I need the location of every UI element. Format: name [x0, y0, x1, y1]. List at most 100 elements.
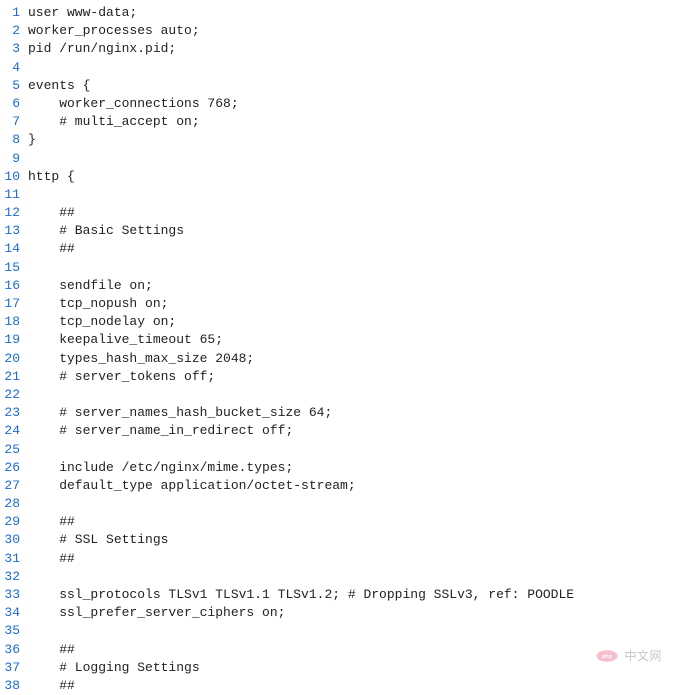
code-line: 16 sendfile on;: [0, 277, 674, 295]
line-number: 17: [0, 295, 28, 313]
line-content: # multi_accept on;: [28, 113, 200, 131]
line-content: ssl_prefer_server_ciphers on;: [28, 604, 285, 622]
code-line: 7 # multi_accept on;: [0, 113, 674, 131]
code-line: 1user www-data;: [0, 4, 674, 22]
line-number: 18: [0, 313, 28, 331]
code-line: 23 # server_names_hash_bucket_size 64;: [0, 404, 674, 422]
line-content: ##: [28, 204, 75, 222]
code-line: 36 ##: [0, 641, 674, 659]
line-content: types_hash_max_size 2048;: [28, 350, 254, 368]
line-number: 10: [0, 168, 28, 186]
line-number: 13: [0, 222, 28, 240]
code-line: 21 # server_tokens off;: [0, 368, 674, 386]
line-content: ssl_protocols TLSv1 TLSv1.1 TLSv1.2; # D…: [28, 586, 574, 604]
code-line: 6 worker_connections 768;: [0, 95, 674, 113]
line-number: 27: [0, 477, 28, 495]
code-line: 20 types_hash_max_size 2048;: [0, 350, 674, 368]
line-number: 33: [0, 586, 28, 604]
code-line: 24 # server_name_in_redirect off;: [0, 422, 674, 440]
line-number: 25: [0, 441, 28, 459]
line-content: keepalive_timeout 65;: [28, 331, 223, 349]
line-content: # server_names_hash_bucket_size 64;: [28, 404, 332, 422]
line-number: 14: [0, 240, 28, 258]
line-number: 38: [0, 677, 28, 695]
line-number: 31: [0, 550, 28, 568]
code-line: 8}: [0, 131, 674, 149]
code-line: 26 include /etc/nginx/mime.types;: [0, 459, 674, 477]
line-number: 8: [0, 131, 28, 149]
line-number: 30: [0, 531, 28, 549]
line-number: 32: [0, 568, 28, 586]
line-number: 6: [0, 95, 28, 113]
line-content: tcp_nodelay on;: [28, 313, 176, 331]
code-line: 15: [0, 259, 674, 277]
line-content: events {: [28, 77, 90, 95]
line-content: # server_name_in_redirect off;: [28, 422, 293, 440]
code-line: 10http {: [0, 168, 674, 186]
line-number: 9: [0, 150, 28, 168]
code-line: 27 default_type application/octet-stream…: [0, 477, 674, 495]
line-number: 26: [0, 459, 28, 477]
line-number: 1: [0, 4, 28, 22]
code-line: 28: [0, 495, 674, 513]
code-line: 38 ##: [0, 677, 674, 695]
code-line: 13 # Basic Settings: [0, 222, 674, 240]
code-line: 30 # SSL Settings: [0, 531, 674, 549]
code-line: 4: [0, 59, 674, 77]
line-content: default_type application/octet-stream;: [28, 477, 356, 495]
line-content: ##: [28, 240, 75, 258]
code-line: 25: [0, 441, 674, 459]
line-number: 2: [0, 22, 28, 40]
line-content: worker_connections 768;: [28, 95, 239, 113]
line-number: 15: [0, 259, 28, 277]
code-block: 1user www-data;2worker_processes auto;3p…: [0, 4, 674, 695]
line-number: 21: [0, 368, 28, 386]
line-number: 11: [0, 186, 28, 204]
code-line: 22: [0, 386, 674, 404]
code-line: 17 tcp_nopush on;: [0, 295, 674, 313]
line-number: 37: [0, 659, 28, 677]
line-number: 20: [0, 350, 28, 368]
code-line: 37 # Logging Settings: [0, 659, 674, 677]
line-content: pid /run/nginx.pid;: [28, 40, 176, 58]
line-content: worker_processes auto;: [28, 22, 200, 40]
code-line: 31 ##: [0, 550, 674, 568]
code-line: 9: [0, 150, 674, 168]
watermark-text: 中文网: [624, 648, 662, 665]
code-line: 5events {: [0, 77, 674, 95]
line-content: }: [28, 131, 36, 149]
line-number: 22: [0, 386, 28, 404]
line-content: ##: [28, 550, 75, 568]
php-logo-icon: php: [596, 645, 618, 667]
line-content: tcp_nopush on;: [28, 295, 168, 313]
watermark: php 中文网: [596, 645, 662, 667]
line-number: 7: [0, 113, 28, 131]
code-line: 33 ssl_protocols TLSv1 TLSv1.1 TLSv1.2; …: [0, 586, 674, 604]
line-content: # Basic Settings: [28, 222, 184, 240]
line-number: 28: [0, 495, 28, 513]
line-number: 16: [0, 277, 28, 295]
line-content: user www-data;: [28, 4, 137, 22]
code-line: 3pid /run/nginx.pid;: [0, 40, 674, 58]
line-content: ##: [28, 513, 75, 531]
code-line: 19 keepalive_timeout 65;: [0, 331, 674, 349]
line-number: 34: [0, 604, 28, 622]
line-content: http {: [28, 168, 75, 186]
code-line: 35: [0, 622, 674, 640]
line-number: 4: [0, 59, 28, 77]
line-content: # Logging Settings: [28, 659, 200, 677]
line-content: # SSL Settings: [28, 531, 168, 549]
code-line: 14 ##: [0, 240, 674, 258]
code-line: 2worker_processes auto;: [0, 22, 674, 40]
line-content: include /etc/nginx/mime.types;: [28, 459, 293, 477]
code-line: 29 ##: [0, 513, 674, 531]
line-number: 23: [0, 404, 28, 422]
line-content: # server_tokens off;: [28, 368, 215, 386]
line-number: 5: [0, 77, 28, 95]
code-line: 18 tcp_nodelay on;: [0, 313, 674, 331]
line-content: ##: [28, 641, 75, 659]
line-number: 12: [0, 204, 28, 222]
svg-text:php: php: [603, 654, 613, 660]
line-number: 29: [0, 513, 28, 531]
code-line: 34 ssl_prefer_server_ciphers on;: [0, 604, 674, 622]
